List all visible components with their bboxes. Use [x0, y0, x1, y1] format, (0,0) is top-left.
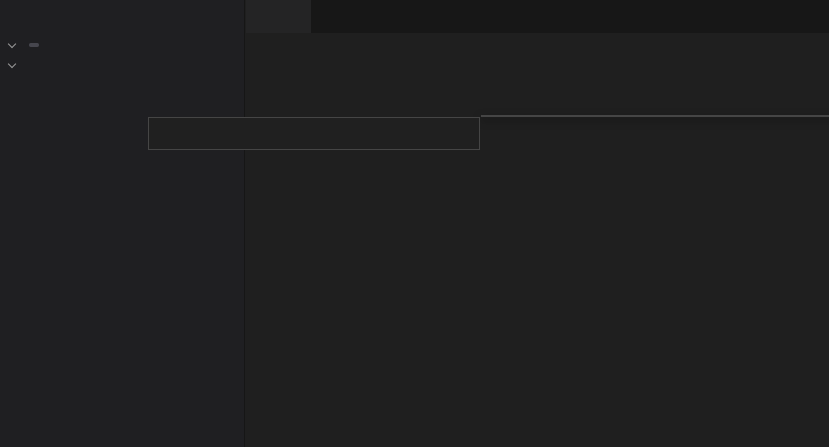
editor-group: [246, 0, 829, 447]
suggest-details-panel: [148, 117, 480, 150]
chevron-down-icon: [4, 58, 19, 72]
tab-bar: [246, 0, 829, 33]
open-editors-section-header[interactable]: [0, 35, 244, 55]
workspace-section-header[interactable]: [0, 55, 244, 75]
unsaved-badge: [29, 43, 39, 47]
tab-index-ts[interactable]: [246, 0, 311, 33]
explorer-sidebar: [0, 0, 245, 447]
explorer-header: [0, 0, 244, 35]
chevron-down-icon: [4, 38, 19, 52]
vscode-window: [0, 0, 829, 447]
breadcrumb: [246, 33, 829, 55]
suggest-widget: [481, 115, 829, 117]
